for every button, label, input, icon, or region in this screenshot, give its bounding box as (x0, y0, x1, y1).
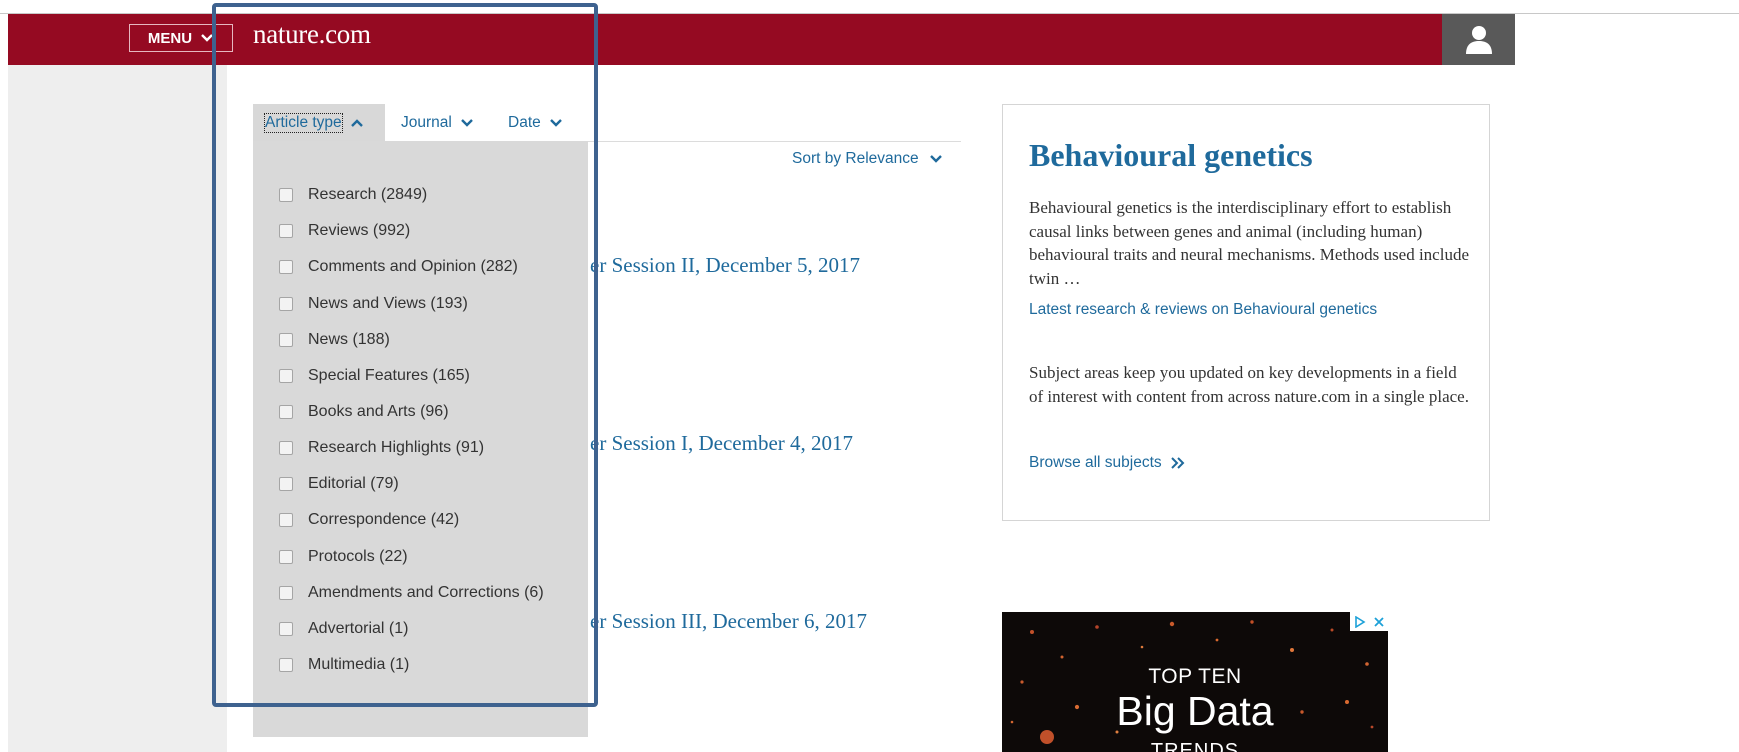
user-icon (1465, 25, 1492, 54)
browse-all-subjects-link[interactable]: Browse all subjects (1029, 454, 1186, 472)
subject-areas-info: Subject areas keep you updated on key de… (1029, 363, 1469, 406)
focus-highlight-box (212, 3, 598, 707)
ad-headline-small: TOP TEN (1148, 665, 1242, 688)
ad-headline-large: Big Data (1116, 688, 1274, 734)
subject-title: Behavioural genetics (1029, 137, 1313, 173)
account-button[interactable] (1442, 14, 1515, 65)
advertisement[interactable]: TOP TEN Big Data TRENDS (1002, 612, 1388, 752)
sort-dropdown[interactable]: Sort by Relevance (792, 150, 943, 168)
article-title[interactable]: er Session II, December 5, 2017 (590, 253, 860, 278)
article-title[interactable]: er Session III, December 6, 2017 (590, 609, 867, 634)
latest-research-link[interactable]: Latest research & reviews on Behavioural… (1029, 301, 1377, 319)
article-title[interactable]: er Session I, December 4, 2017 (590, 431, 853, 456)
sort-label: Sort by Relevance (792, 150, 919, 167)
close-icon[interactable] (1369, 612, 1388, 631)
adchoices-icon[interactable] (1350, 612, 1369, 631)
menu-button-label: MENU (147, 29, 193, 47)
ad-badges (1350, 612, 1388, 631)
subject-card: Behavioural genetics Behavioural genetic… (1002, 104, 1490, 521)
subject-description: Behavioural genetics is the interdiscipl… (1029, 198, 1469, 288)
ad-headline-bottom: TRENDS (1150, 740, 1240, 752)
chevron-down-icon (929, 155, 942, 163)
double-chevron-right-icon (1170, 457, 1185, 469)
browse-label: Browse all subjects (1029, 454, 1162, 471)
